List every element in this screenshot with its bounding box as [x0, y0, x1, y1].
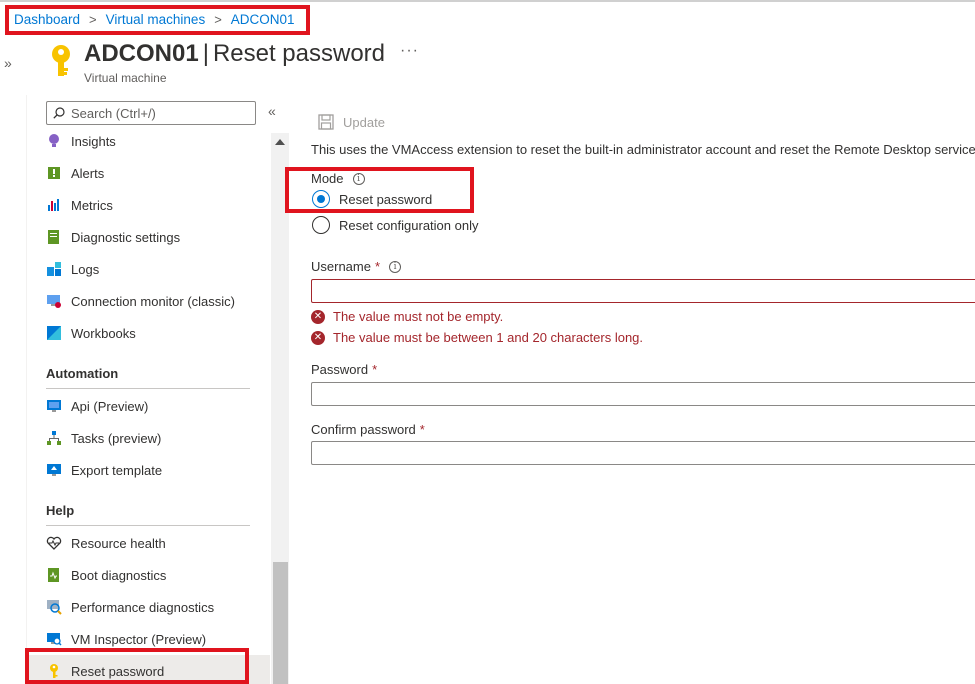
radio-reset-configuration[interactable]: Reset configuration only — [312, 216, 478, 234]
sidebar-item-connection-monitor[interactable]: Connection monitor (classic) — [46, 289, 235, 313]
sidebar-divider — [26, 95, 27, 684]
sidebar-item-export-template[interactable]: Export template — [46, 458, 162, 482]
required-marker: * — [374, 259, 381, 274]
radio-reset-password[interactable]: Reset password — [312, 190, 432, 208]
collapse-sidebar-button[interactable]: « — [268, 103, 276, 119]
key-icon — [50, 664, 58, 678]
sidebar-item-workbooks[interactable]: Workbooks — [46, 321, 136, 345]
section-divider — [46, 388, 250, 389]
sidebar-item-alerts[interactable]: Alerts — [46, 161, 104, 185]
breadcrumb-dashboard[interactable]: Dashboard — [14, 12, 80, 27]
error-message: ✕ The value must not be empty. — [311, 309, 503, 324]
mode-label: Mode i — [311, 171, 365, 186]
password-input[interactable] — [312, 383, 975, 405]
sidebar-item-resource-health[interactable]: Resource health — [46, 531, 166, 555]
breadcrumb-adcon01[interactable]: ADCON01 — [231, 12, 295, 27]
info-icon[interactable]: i — [352, 172, 365, 185]
update-button[interactable]: Update — [318, 114, 385, 130]
section-title-help: Help — [46, 503, 75, 518]
breadcrumb-separator: > — [214, 12, 222, 27]
required-marker: * — [419, 422, 425, 437]
insights-icon — [49, 134, 59, 147]
section-title-automation: Automation — [46, 366, 119, 381]
sidebar-item-reset-password[interactable]: Reset password — [46, 659, 164, 683]
sidebar-item-boot-diagnostics[interactable]: Boot diagnostics — [46, 563, 166, 587]
more-options-button[interactable]: ··· — [400, 42, 419, 60]
sidebar-item-tasks[interactable]: Tasks (preview) — [46, 426, 161, 450]
export-template-icon — [47, 464, 61, 476]
error-icon: ✕ — [311, 330, 325, 345]
sidebar-item-performance-diagnostics[interactable]: Performance diagnostics — [46, 595, 214, 619]
search-input[interactable] — [71, 105, 251, 121]
breadcrumb-virtual-machines[interactable]: Virtual machines — [106, 12, 206, 27]
section-divider — [46, 525, 250, 526]
username-label: Username * i — [311, 259, 402, 274]
save-icon — [318, 114, 334, 130]
confirm-password-label: Confirm password * — [311, 422, 425, 437]
scroll-up-arrow[interactable] — [275, 139, 285, 145]
password-label: Password * — [311, 362, 378, 377]
logs-icon — [47, 262, 61, 276]
sidebar-item-logs[interactable]: Logs — [46, 257, 99, 281]
radio-button-checked[interactable] — [312, 190, 330, 208]
metrics-icon — [48, 199, 59, 211]
api-icon — [47, 400, 61, 412]
workbooks-icon — [47, 326, 61, 340]
password-field[interactable] — [311, 382, 975, 406]
diagnostic-settings-icon — [48, 230, 59, 244]
vm-inspector-icon — [47, 633, 62, 646]
confirm-password-input[interactable] — [312, 442, 975, 464]
tasks-icon — [47, 431, 61, 445]
resource-name: ADCON01 — [84, 40, 199, 67]
page-name: Reset password — [212, 40, 386, 67]
description-text: This uses the VMAccess extension to rese… — [311, 142, 975, 157]
info-icon[interactable]: i — [389, 260, 402, 273]
sidebar-item-metrics[interactable]: Metrics — [46, 193, 113, 217]
required-marker: * — [372, 362, 378, 377]
sidebar-item-api[interactable]: Api (Preview) — [46, 394, 148, 418]
sidebar-item-diagnostic-settings[interactable]: Diagnostic settings — [46, 225, 180, 249]
breadcrumb: Dashboard > Virtual machines > ADCON01 — [14, 12, 295, 27]
sidebar-item-insights[interactable]: Insights — [46, 129, 116, 153]
heart-icon — [46, 536, 62, 550]
sidebar-item-vm-inspector[interactable]: VM Inspector (Preview) — [46, 627, 206, 651]
title-separator: | — [202, 40, 209, 67]
username-field[interactable] — [311, 279, 975, 303]
resource-type: Virtual machine — [84, 71, 167, 85]
error-icon: ✕ — [311, 309, 325, 324]
key-icon — [52, 45, 70, 76]
sidebar-search[interactable] — [46, 101, 256, 125]
top-border — [0, 0, 975, 2]
scrollbar-thumb[interactable] — [273, 562, 288, 684]
username-input[interactable] — [312, 280, 975, 302]
boot-diagnostics-icon — [48, 568, 59, 582]
alerts-icon — [48, 167, 60, 179]
radio-button-unchecked[interactable] — [312, 216, 330, 234]
error-message: ✕ The value must be between 1 and 20 cha… — [311, 330, 643, 345]
page-title: ADCON01 | Reset password — [84, 40, 385, 68]
performance-diagnostics-icon — [47, 600, 62, 615]
connection-monitor-icon — [47, 295, 61, 308]
breadcrumb-separator: > — [89, 12, 97, 27]
expand-rail-button[interactable]: » — [4, 55, 12, 71]
confirm-password-field[interactable] — [311, 441, 975, 465]
search-icon — [53, 107, 65, 119]
